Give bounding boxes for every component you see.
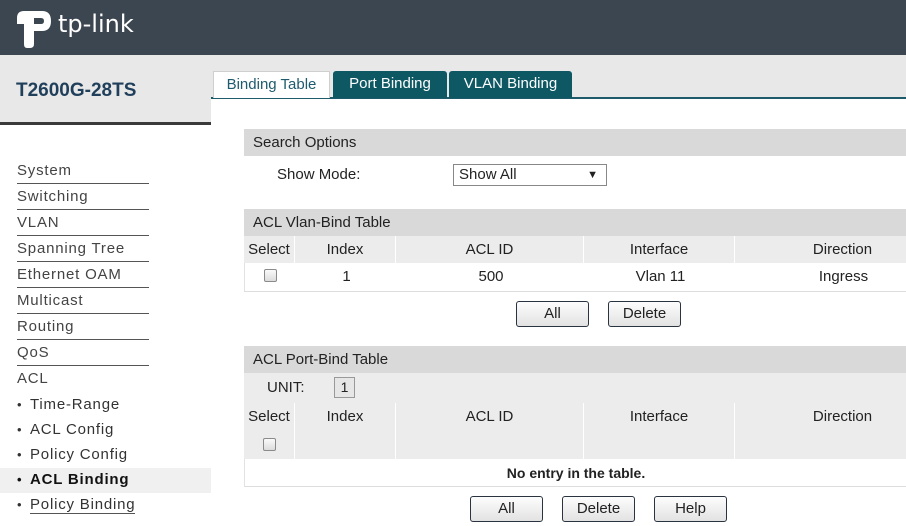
column-select: Select xyxy=(244,403,295,432)
vlan-delete-button[interactable]: Delete xyxy=(608,301,681,327)
menu-item-vlan[interactable]: VLAN xyxy=(0,211,211,237)
menu-item-spanning-tree[interactable]: Spanning Tree xyxy=(0,237,211,263)
show-mode-value: Show All xyxy=(459,166,517,183)
column-acl-id: ACL ID xyxy=(396,403,584,432)
bullet-icon: • xyxy=(17,397,23,412)
port-all-button[interactable]: All xyxy=(470,496,543,522)
top-header-bar: tp-link xyxy=(0,0,906,55)
menu-item-label: Switching xyxy=(17,185,149,210)
bullet-icon: • xyxy=(17,472,23,487)
table-row: 1 500 Vlan 11 Ingress xyxy=(244,263,906,292)
row-acl-id: 500 xyxy=(478,268,504,285)
submenu-item-policy-binding[interactable]: • Policy Binding xyxy=(0,493,211,518)
menu-item-qos[interactable]: QoS xyxy=(0,341,211,367)
port-table-column-header: Select Index ACL ID Interface Direction xyxy=(244,403,906,432)
empty-table-message: No entry in the table. xyxy=(506,465,646,481)
submenu-item-policy-config[interactable]: • Policy Config xyxy=(0,443,211,468)
filter-cell xyxy=(396,432,584,459)
help-button[interactable]: Help xyxy=(654,496,727,522)
select-all-checkbox[interactable] xyxy=(262,438,276,452)
menu-item-label: Spanning Tree xyxy=(17,237,149,262)
left-sidebar: T2600G-28TS System Switching VLAN Spanni… xyxy=(0,55,211,526)
column-interface: Interface xyxy=(584,403,735,432)
port-table-filter-row xyxy=(244,432,906,459)
tab-vlan-binding[interactable]: VLAN Binding xyxy=(449,71,572,98)
menu-item-label: Ethernet OAM xyxy=(17,263,149,288)
search-options-header: Search Options xyxy=(244,129,906,156)
menu-item-label: VLAN xyxy=(17,211,149,236)
port-bind-table-header: ACL Port-Bind Table xyxy=(244,346,906,373)
filter-cell xyxy=(295,432,396,459)
vlan-all-button[interactable]: All xyxy=(516,301,589,327)
submenu-item-label: ACL Binding xyxy=(30,471,130,488)
column-acl-id: ACL ID xyxy=(396,236,584,263)
menu-item-system[interactable]: System xyxy=(0,159,211,185)
submenu-item-acl-binding[interactable]: • ACL Binding xyxy=(0,468,211,493)
column-index: Index xyxy=(295,403,396,432)
bullet-icon: • xyxy=(17,497,23,512)
tab-binding-table[interactable]: Binding Table xyxy=(213,71,330,98)
row-select-cell xyxy=(245,263,296,291)
menu-item-routing[interactable]: Routing xyxy=(0,315,211,341)
device-model: T2600G-28TS xyxy=(16,80,137,101)
column-index: Index xyxy=(295,236,396,263)
dropdown-arrow-icon: ▼ xyxy=(587,169,598,181)
unit-selector[interactable]: 1 xyxy=(334,377,355,398)
bullet-icon: • xyxy=(17,422,23,437)
select-all-cell xyxy=(244,432,295,459)
nav-menu: System Switching VLAN Spanning Tree Ethe… xyxy=(0,159,211,518)
show-mode-select[interactable]: Show All ▼ xyxy=(453,164,607,186)
brand-name: tp-link xyxy=(58,10,134,38)
row-interface: Vlan 11 xyxy=(635,268,686,285)
row-checkbox[interactable] xyxy=(264,269,277,283)
model-box: T2600G-28TS xyxy=(0,55,211,125)
unit-label: UNIT: xyxy=(267,379,305,396)
submenu-item-time-range[interactable]: • Time-Range xyxy=(0,393,211,418)
menu-item-label: Routing xyxy=(17,315,149,340)
column-select: Select xyxy=(244,236,295,263)
submenu-item-label: ACL Config xyxy=(30,421,115,438)
column-direction: Direction xyxy=(812,241,873,258)
menu-item-switching[interactable]: Switching xyxy=(0,185,211,211)
submenu-item-label: Policy Config xyxy=(30,446,128,463)
column-direction: Direction xyxy=(812,408,873,425)
menu-item-ethernet-oam[interactable]: Ethernet OAM xyxy=(0,263,211,289)
empty-table-row: No entry in the table. xyxy=(244,459,906,487)
submenu-item-label: Time-Range xyxy=(30,396,120,413)
bullet-icon: • xyxy=(17,447,23,462)
row-index: 1 xyxy=(342,268,351,285)
menu-item-label: QoS xyxy=(17,341,149,366)
menu-item-label: Multicast xyxy=(17,289,149,314)
submenu-item-label: Policy Binding xyxy=(30,496,136,514)
row-direction: Ingress xyxy=(818,268,869,285)
menu-item-acl[interactable]: ACL xyxy=(0,367,211,393)
vlan-table-column-header: Select Index ACL ID Interface Direction xyxy=(244,236,906,263)
menu-item-label: System xyxy=(17,159,149,184)
filter-cell xyxy=(584,432,735,459)
port-delete-button[interactable]: Delete xyxy=(562,496,635,522)
column-interface: Interface xyxy=(584,236,735,263)
tab-port-binding[interactable]: Port Binding xyxy=(333,71,447,98)
submenu-item-acl-config[interactable]: • ACL Config xyxy=(0,418,211,443)
menu-item-multicast[interactable]: Multicast xyxy=(0,289,211,315)
vlan-bind-table-header: ACL Vlan-Bind Table xyxy=(244,209,906,236)
filter-cell xyxy=(735,432,906,459)
menu-item-label: ACL xyxy=(17,370,49,387)
show-mode-label: Show Mode: xyxy=(277,166,361,183)
